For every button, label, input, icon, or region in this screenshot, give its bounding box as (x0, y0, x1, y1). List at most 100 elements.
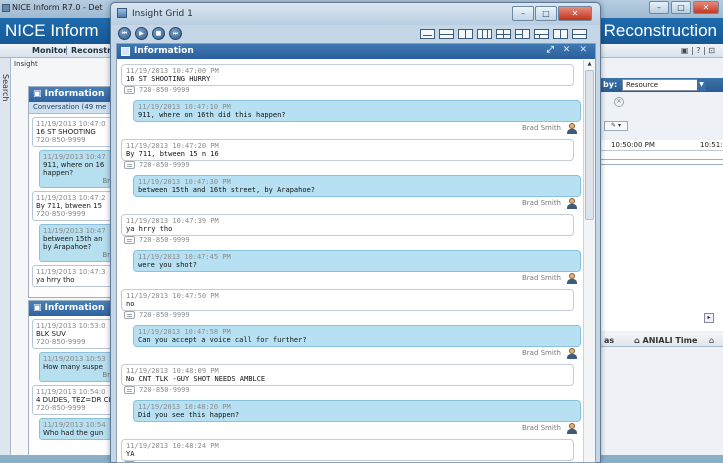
caller-phone: 720-850-9999 (121, 86, 574, 96)
layout-9-icon[interactable] (572, 29, 587, 39)
tab-monitor[interactable]: Monitor (32, 46, 67, 55)
agent-author: Brad Smith (133, 423, 581, 435)
phone-number: 720-850-9999 (139, 311, 190, 319)
sms-icon (124, 386, 135, 394)
agent-message[interactable]: 11/19/2013 10:47:10 PM 911, where on 16th… (133, 100, 581, 135)
sms-icon (124, 311, 135, 319)
message-timestamp: 11/19/2013 10:48:09 PM (126, 367, 219, 375)
close-button[interactable]: ✕ (558, 6, 592, 21)
list-item: 11/19/2013 10:53:0 BLK SUV 720-850-9999 (32, 319, 114, 349)
agent-message[interactable]: 11/19/2013 10:47:58 PM Can you accept a v… (133, 325, 581, 360)
column-header-aniali-time[interactable]: ⌂ ANIALI Time (634, 336, 697, 345)
caller-phone: 720-850-9999 (121, 311, 574, 321)
message-timestamp: 11/19/2013 10:48:24 PM (126, 442, 219, 450)
help-toolbar[interactable]: ▣ | ? | ⊡ (681, 46, 715, 55)
brand-name: NICE Inform (5, 21, 99, 40)
search-side-tab[interactable] (0, 58, 11, 463)
list-item: 11/19/2013 10:47:0 16 ST SHOOTING 720-85… (32, 117, 114, 147)
layout-buttons (420, 29, 587, 39)
bg-information-panel-2: ▣ Information 11/19/2013 10:53:0 BLK SUV… (28, 300, 118, 463)
skip-forward-button[interactable]: ⏭ (169, 27, 182, 40)
agent-message[interactable]: 11/19/2013 10:47:45 PM were you shot? Brad… (133, 250, 581, 285)
group-by-select[interactable]: Resource (622, 79, 706, 91)
scroll-thumb[interactable] (585, 70, 594, 220)
message-bubble: 11/19/2013 10:48:20 PM Did you see this h… (133, 400, 581, 422)
layout-4-icon[interactable] (477, 29, 492, 39)
chevron-down-icon[interactable]: ▼ (697, 79, 706, 91)
conversation-list[interactable]: 11/19/2013 10:47:00 PM 16 ST SHOOTING HUR… (118, 60, 582, 462)
search-side-label[interactable]: Search (1, 74, 10, 101)
message-timestamp: 11/19/2013 10:47:45 PM (138, 253, 231, 261)
message-text: Did you see this happen? (138, 411, 240, 419)
bg-information-panel-1: ▣ Information Conversation (49 me 11/19/… (28, 86, 118, 298)
scroll-right-button[interactable]: ▸ (704, 313, 714, 323)
message-bubble: 11/19/2013 10:47:45 PM were you shot? (133, 250, 581, 272)
message-bubble: 11/19/2013 10:47:58 PM Can you accept a v… (133, 325, 581, 347)
play-button[interactable]: ▶ (135, 27, 148, 40)
sms-icon (124, 461, 135, 462)
layout-8-icon[interactable] (553, 29, 568, 39)
message-bubble: 11/19/2013 10:47:39 PM ya hrry tho (121, 214, 574, 236)
bg-minimize-button[interactable]: – (649, 1, 669, 14)
caller-phone: 720-850-9999 (121, 236, 574, 246)
list-item: 11/19/2013 10:47:2 By 711, btween 15 720… (32, 191, 114, 221)
grid-titlebar[interactable]: Insight Grid 1 – □ ✕ (111, 3, 600, 25)
bg-maximize-button[interactable]: □ (671, 1, 691, 14)
message-timestamp: 11/19/2013 10:47:20 PM (126, 142, 219, 150)
close-icon[interactable]: ✕ (614, 97, 624, 107)
message-text: were you shot? (138, 261, 198, 269)
phone-number: 720-850-9999 (139, 386, 190, 394)
conversation-count: Conversation (49 me (29, 102, 117, 114)
panel-title: Information (134, 46, 194, 56)
message-bubble: 11/19/2013 10:47:20 PM By 711, btween 15 … (121, 139, 574, 161)
phone-number: 720-850-9999 (139, 461, 190, 462)
layout-7-icon[interactable] (534, 29, 549, 39)
list-item: 11/19/2013 10:54:0 4 DUDES, TEZ=DR CRAZY… (32, 385, 114, 415)
tab-reconstruction[interactable]: Reconstr (66, 46, 111, 55)
message-bubble: 11/19/2013 10:47:10 PM 911, where on 16th… (133, 100, 581, 122)
breadcrumb: Insight (14, 60, 38, 68)
minimize-button[interactable]: – (512, 6, 534, 21)
message-timestamp: 11/19/2013 10:47:30 PM (138, 178, 231, 186)
caller-message[interactable]: 11/19/2013 10:48:09 PM No CNT TLK -GUY SH… (121, 364, 574, 396)
timeline-area[interactable] (600, 151, 723, 331)
agent-user-icon (566, 273, 578, 285)
bg-close-button[interactable]: ✕ (693, 1, 719, 14)
caller-message[interactable]: 11/19/2013 10:47:39 PM ya hrry tho 720-850… (121, 214, 574, 246)
message-timestamp: 11/19/2013 10:47:58 PM (138, 328, 231, 336)
scroll-up-arrow[interactable]: ▲ (585, 61, 594, 69)
agent-user-icon (566, 348, 578, 360)
agent-message[interactable]: 11/19/2013 10:47:30 PM between 15th and 1… (133, 175, 581, 210)
stop-button[interactable]: ■ (152, 27, 165, 40)
layout-5-icon[interactable] (496, 29, 511, 39)
skip-back-button[interactable]: ⏮ (118, 27, 131, 40)
layout-3-icon[interactable] (458, 29, 473, 39)
caller-message[interactable]: 11/19/2013 10:47:20 PM By 711, btween 15 … (121, 139, 574, 171)
module-name: Reconstruction (603, 21, 717, 40)
caller-phone: 720-850-9999 (121, 386, 574, 396)
playback-toolbar: ⏮ ▶ ■ ⏭ (111, 25, 600, 43)
maximize-button[interactable]: □ (535, 6, 557, 21)
panel-tools[interactable]: ⤢ ✕ ✕ (546, 45, 590, 55)
layout-6-icon[interactable] (515, 29, 530, 39)
vertical-scrollbar[interactable]: ▲ (583, 60, 595, 462)
message-text: By 711, btween 15 n 16 (126, 150, 219, 158)
agent-message[interactable]: 11/19/2013 10:48:20 PM Did you see this h… (133, 400, 581, 435)
layout-2-icon[interactable] (439, 29, 454, 39)
caller-phone: 720-850-9999 (121, 161, 574, 171)
list-item: 11/19/2013 10:47 911, where on 16 happen… (39, 150, 114, 188)
home-icon[interactable]: ⌂ (709, 336, 714, 345)
caller-message[interactable]: 11/19/2013 10:47:00 PM 16 ST SHOOTING HUR… (121, 64, 574, 96)
column-header[interactable]: as (604, 336, 614, 345)
caller-message[interactable]: 11/19/2013 10:47:50 PM no 720-850-9999 (121, 289, 574, 321)
message-bubble: 11/19/2013 10:48:24 PM YA (121, 439, 574, 461)
list-item: 11/19/2013 10:53 How many suspe Br (39, 352, 114, 382)
layout-1-icon[interactable] (420, 29, 435, 39)
agent-author: Brad Smith (133, 123, 581, 135)
bg-window-title: NICE Inform R7.0 - Det (12, 3, 103, 12)
caller-message[interactable]: 11/19/2013 10:48:24 PMYA720-850-9999 (121, 439, 574, 462)
message-timestamp: 11/19/2013 10:48:20 PM (138, 403, 231, 411)
window-icon (117, 8, 127, 18)
edit-tool-button[interactable]: ✎ ▾ (604, 121, 628, 131)
caller-phone: 720-850-9999 (121, 461, 574, 462)
